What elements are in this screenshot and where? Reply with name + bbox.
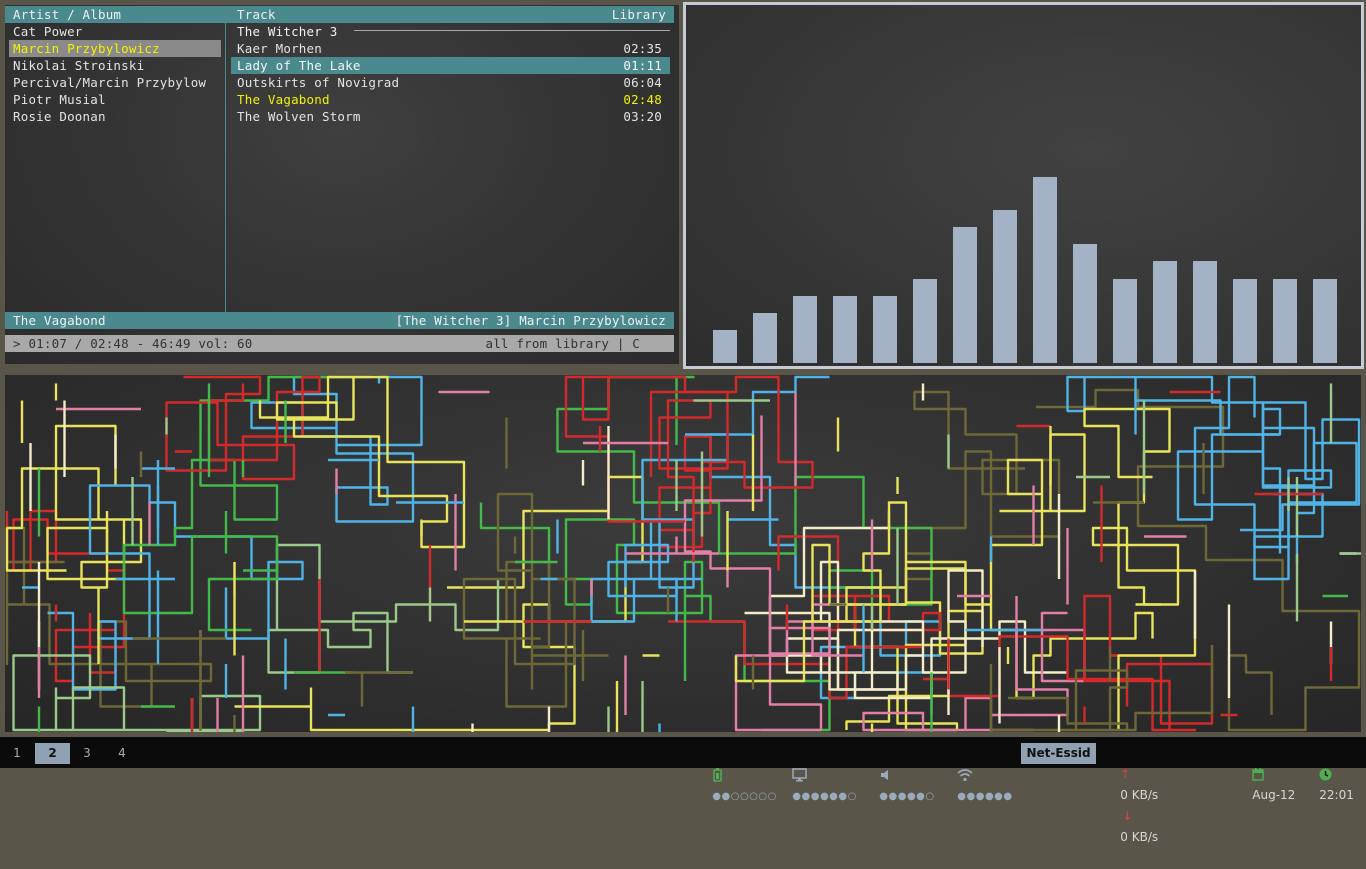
status-line: > 01:07 / 02:48 - 46:49 vol: 60 all from… [5, 335, 674, 352]
track-title: The Wolven Storm [237, 109, 361, 124]
spectrum-bar [1153, 261, 1177, 363]
playback-status: > 01:07 / 02:48 - 46:49 vol: 60 [13, 336, 253, 351]
artist-album-header: Artist / Album [13, 7, 122, 22]
pipes-screensaver [5, 375, 1361, 732]
track-item[interactable]: Kaer Morhen 02:35 [231, 40, 670, 57]
wifi-icon [957, 768, 973, 781]
track-duration: 02:48 [623, 92, 662, 107]
network-essid: Net-Essid [1021, 743, 1096, 764]
spectrum-bar [913, 279, 937, 363]
spectrum-bar [753, 313, 777, 363]
now-playing-bar: The Vagabond [The Witcher 3] Marcin Przy… [5, 312, 674, 329]
spectrum-bar [873, 296, 897, 363]
clock-module: 22:01 [1304, 743, 1354, 802]
pipe-line [12, 654, 262, 732]
track-duration: 01:11 [623, 58, 662, 73]
artist-item[interactable]: Percival/Marcin Przybylow [9, 74, 221, 91]
track-duration: 06:04 [623, 75, 662, 90]
column-divider [225, 22, 226, 312]
pipe-line [309, 475, 644, 732]
pipe-line [479, 502, 831, 732]
artist-item[interactable]: Cat Power [9, 23, 221, 40]
spectrum-bar [793, 296, 817, 363]
pipe-line [5, 526, 213, 708]
artist-item[interactable]: Piotr Musial [9, 91, 221, 108]
download-speed: 0 KB/s [1120, 830, 1159, 844]
pipe-line [564, 375, 729, 562]
workspace-2[interactable]: 2 [35, 743, 70, 764]
track-header: Track [237, 7, 276, 22]
music-player-window: Artist / Album Track Library Cat Power Ma… [5, 5, 679, 364]
column-header-bar: Artist / Album Track Library [5, 6, 674, 23]
workspace-3[interactable]: 3 [70, 743, 104, 764]
clock-text: 22:01 [1319, 788, 1354, 802]
artist-item[interactable]: Rosie Doonan [9, 108, 221, 125]
wifi-module[interactable]: ●●●●●● [942, 743, 1013, 802]
track-duration: 03:20 [623, 109, 662, 124]
pipes-canvas [5, 375, 1361, 732]
spectrum-bar [993, 210, 1017, 363]
brightness-level: ●●●●●●○ [792, 791, 857, 802]
audio-visualizer [683, 2, 1364, 369]
pipe-line [989, 433, 1154, 700]
battery-module: ●●○○○○○ [697, 743, 777, 802]
upload-speed: 0 KB/s [1120, 788, 1159, 802]
track-item[interactable]: The Wolven Storm 03:20 [231, 108, 670, 125]
track-duration: 02:35 [623, 41, 662, 56]
track-title: Lady of The Lake [237, 58, 361, 73]
date-module: Aug-12 [1237, 743, 1295, 802]
spectrum-bar [1273, 279, 1297, 363]
now-playing-title: The Vagabond [13, 313, 106, 328]
spectrum-bar [713, 330, 737, 363]
download-arrow-icon: ↓ [1122, 809, 1133, 823]
battery-level: ●●○○○○○ [712, 791, 777, 802]
pipe-line [5, 424, 143, 589]
artist-item[interactable]: Marcin Przybylowicz [9, 40, 221, 57]
track-item[interactable]: The Vagabond 02:48 [231, 91, 670, 108]
speaker-icon [881, 769, 889, 780]
status-bar: 1234 ●●○○○○○ ●●●●●●○ ●●●●●○ ●●●●●● Net-E… [0, 737, 1366, 844]
view-name: Library [611, 7, 666, 22]
spectrum-bar [1313, 279, 1337, 363]
wifi-strength: ●●●●●● [957, 791, 1013, 802]
spectrum-bar [953, 227, 977, 363]
play-mode: all from library | C [485, 336, 640, 351]
calendar-icon [1252, 768, 1264, 781]
battery-icon [713, 767, 723, 782]
track-item[interactable]: Outskirts of Novigrad 06:04 [231, 74, 670, 91]
workspace-1[interactable]: 1 [0, 743, 34, 764]
workspace-4[interactable]: 4 [105, 743, 139, 764]
spectrum-bars [713, 177, 1337, 363]
album-rule [354, 30, 670, 31]
brightness-module: ●●●●●●○ [777, 743, 857, 802]
track-title: Kaer Morhen [237, 41, 322, 56]
spectrum-bar [1233, 279, 1257, 363]
spectrum-bar [1113, 279, 1137, 363]
now-playing-info: [The Witcher 3] Marcin Przybylowicz [395, 313, 666, 328]
spectrum-bar [1073, 244, 1097, 363]
artist-item[interactable]: Nikolai Stroinski [9, 57, 221, 74]
spectrum-bar [833, 296, 857, 363]
track-title: The Vagabond [237, 92, 330, 107]
monitor-icon [792, 767, 808, 781]
clock-icon [1319, 768, 1332, 781]
track-item[interactable]: Lady of The Lake 01:11 [231, 57, 670, 74]
network-speed-module: ↑ 0 KB/s ↓ 0 KB/s [1105, 743, 1158, 844]
track-title: Outskirts of Novigrad [237, 75, 400, 90]
spectrum-bar [1193, 261, 1217, 363]
volume-level: ●●●●●○ [879, 791, 935, 802]
upload-arrow-icon: ↑ [1120, 767, 1131, 781]
album-heading: The Witcher 3 [237, 24, 338, 39]
volume-module[interactable]: ●●●●●○ [864, 743, 935, 802]
date-text: Aug-12 [1252, 788, 1296, 802]
spectrum-bar [1033, 177, 1057, 363]
